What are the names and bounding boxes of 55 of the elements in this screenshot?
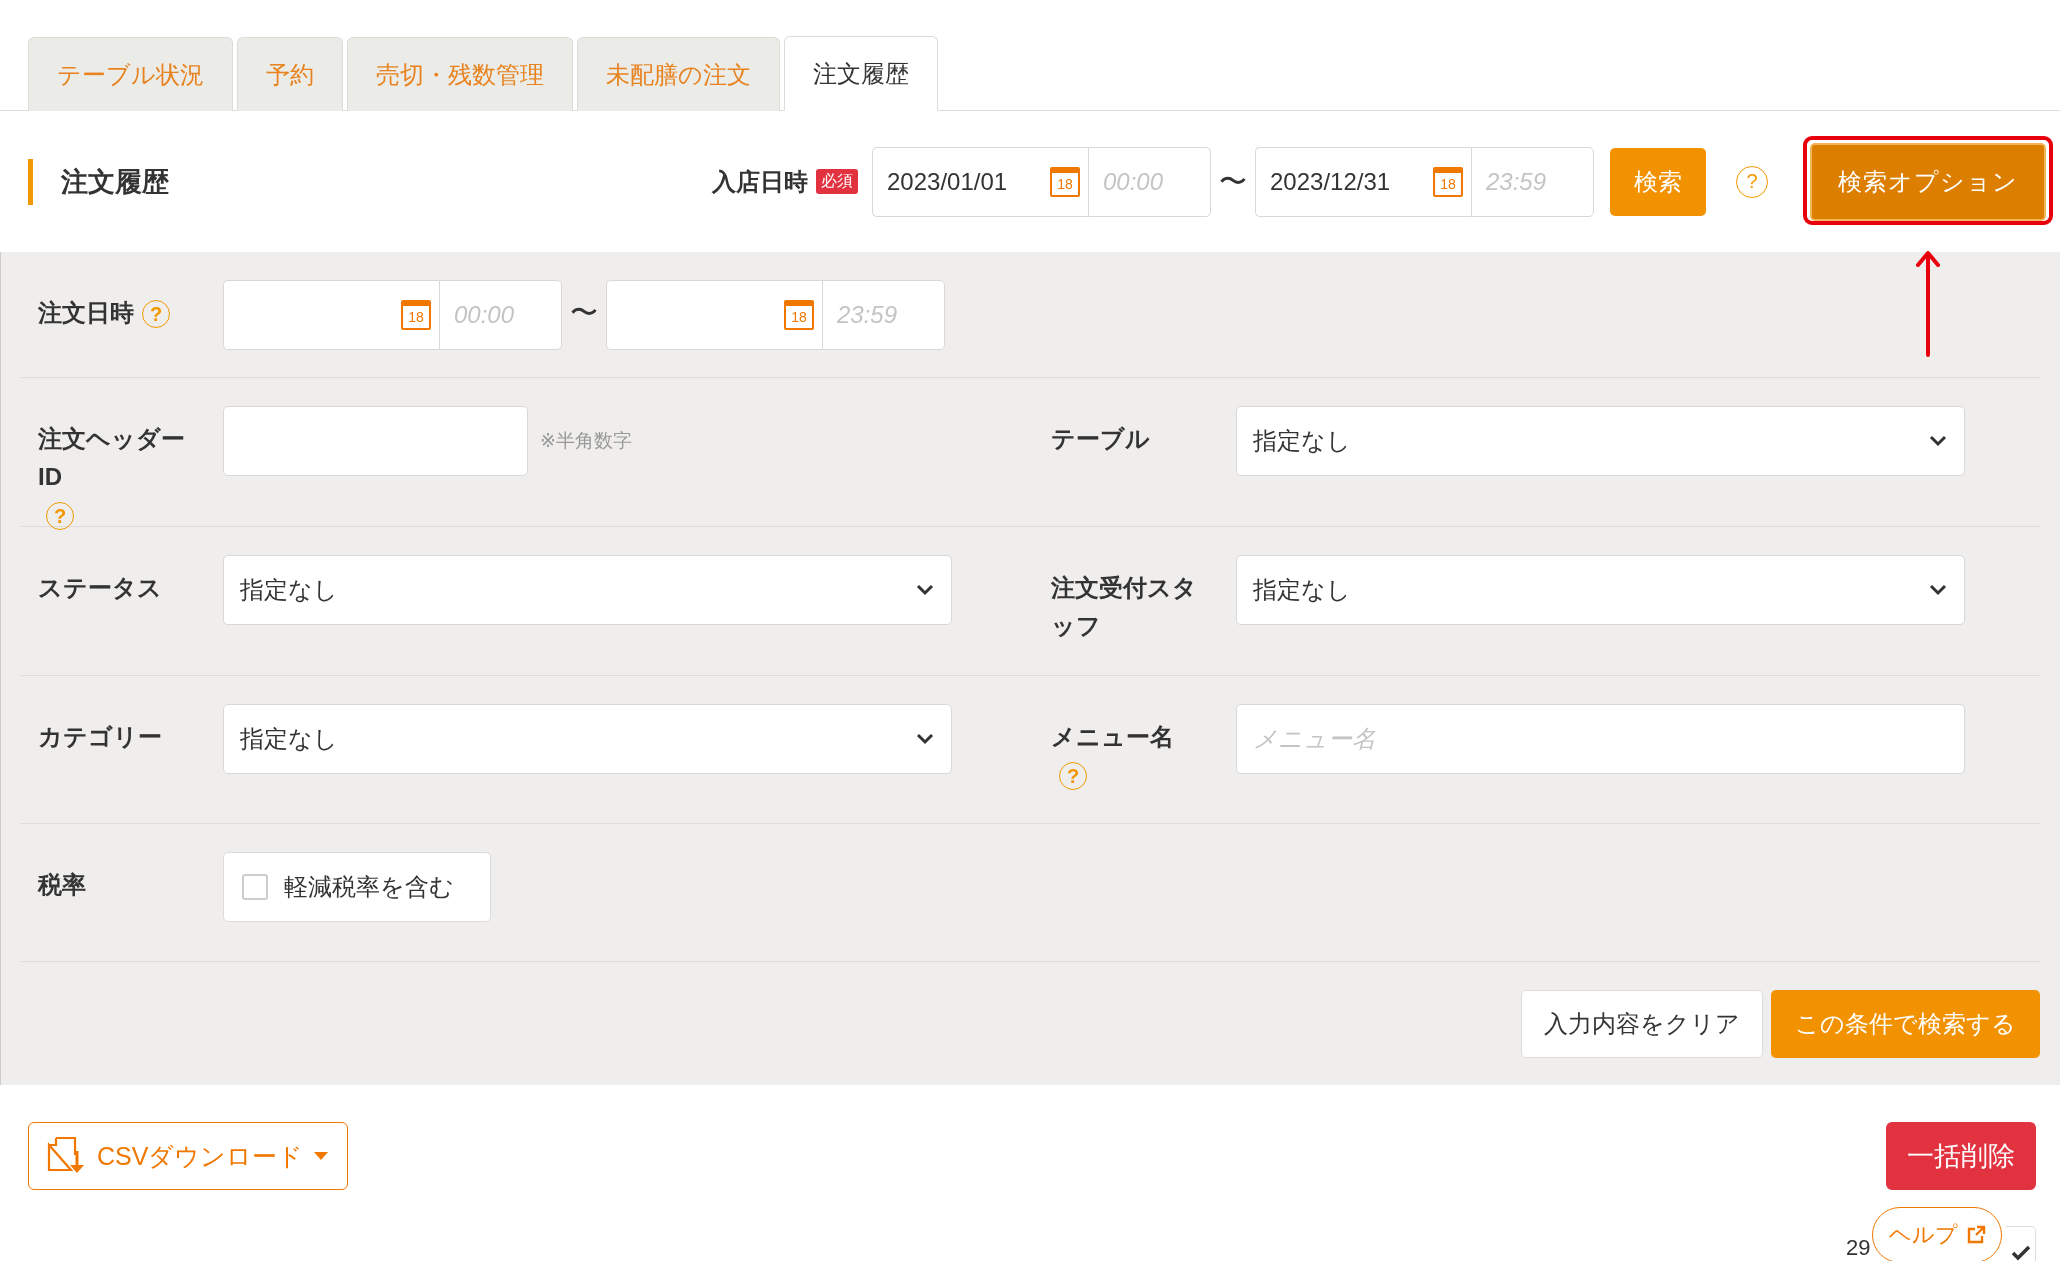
- field-label: 注文受付スタッフ: [1051, 573, 1198, 641]
- check-icon: [2011, 1245, 2031, 1261]
- chevron-down-icon: [1928, 583, 1948, 597]
- date-field[interactable]: 18: [223, 280, 439, 350]
- field-label: メニュー名: [1051, 722, 1174, 752]
- page-title: 注文履歴: [28, 158, 169, 205]
- chevron-down-icon: [915, 732, 935, 746]
- field-label: カテゴリー: [38, 722, 162, 752]
- tab[interactable]: 注文履歴: [784, 36, 938, 111]
- tab[interactable]: 未配膳の注文: [577, 37, 780, 111]
- select-field[interactable]: 指定なし: [1236, 406, 1965, 476]
- date-field[interactable]: 2023/01/01 18: [872, 146, 1088, 217]
- tab[interactable]: テーブル状況: [28, 37, 233, 111]
- field-note: ※半角数字: [540, 429, 632, 453]
- time-field[interactable]: 00:00: [439, 280, 562, 350]
- page-size-value: 29: [1846, 1236, 1871, 1260]
- tab[interactable]: 予約: [237, 37, 343, 111]
- calendar-icon[interactable]: 18: [401, 300, 431, 330]
- calendar-icon[interactable]: 18: [784, 300, 814, 330]
- field-label: ステータス: [38, 573, 162, 603]
- bulk-delete-button[interactable]: 一括削除: [1886, 1122, 2036, 1190]
- range-separator: 〜: [570, 296, 598, 330]
- clear-button[interactable]: 入力内容をクリア: [1521, 990, 1763, 1058]
- search-options-button[interactable]: 検索オプション: [1810, 142, 2046, 221]
- time-field[interactable]: 00:00: [1088, 146, 1211, 217]
- range-separator: 〜: [1219, 164, 1247, 199]
- field-label: 注文ヘッダーID: [38, 424, 186, 492]
- external-link-icon: [1965, 1225, 1986, 1245]
- search-button[interactable]: 検索: [1610, 147, 1706, 216]
- chevron-down-icon: [1928, 434, 1948, 448]
- field-label: 税率: [38, 870, 86, 900]
- csv-download-button[interactable]: CSVダウンロード: [28, 1122, 349, 1190]
- text-field[interactable]: [223, 406, 528, 476]
- calendar-icon[interactable]: 18: [1433, 166, 1463, 197]
- checkbox-option[interactable]: 軽減税率を含む: [223, 852, 491, 922]
- caret-icon: [313, 1151, 330, 1161]
- field-label: テーブル: [1051, 424, 1150, 454]
- field-label: 入店日時: [712, 166, 808, 197]
- help-button[interactable]: ヘルプ: [1872, 1207, 2002, 1261]
- text-field[interactable]: メニュー名: [1236, 704, 1965, 774]
- field-label: 注文日時: [38, 298, 134, 328]
- time-field[interactable]: 23:59: [1471, 146, 1594, 217]
- date-field[interactable]: 18: [606, 280, 822, 350]
- select-field[interactable]: 指定なし: [223, 704, 952, 774]
- time-field[interactable]: 23:59: [822, 280, 945, 350]
- select-field[interactable]: 指定なし: [1236, 555, 1965, 625]
- tab[interactable]: 売切・残数管理: [347, 37, 573, 111]
- chevron-down-icon: [915, 583, 935, 597]
- date-field[interactable]: 2023/12/31 18: [1255, 146, 1471, 217]
- checkbox[interactable]: [242, 874, 268, 900]
- required-badge: 必須: [816, 169, 858, 194]
- select-field[interactable]: 指定なし: [223, 555, 952, 625]
- file-download-icon: [47, 1137, 87, 1175]
- submit-search-button[interactable]: この条件で検索する: [1771, 990, 2040, 1058]
- calendar-icon[interactable]: 18: [1050, 166, 1080, 197]
